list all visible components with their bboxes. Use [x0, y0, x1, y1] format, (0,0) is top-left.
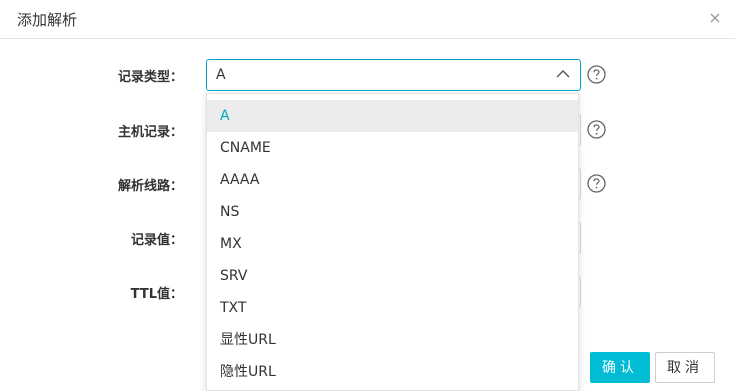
dialog-header: 添加解析	[0, 0, 735, 39]
dropdown-option-implicit-url[interactable]: 隐性URL	[207, 356, 578, 388]
cancel-button[interactable]: 取消	[655, 352, 715, 383]
record-value-label: 记录值：	[130, 233, 183, 248]
confirm-button[interactable]: 确认	[590, 352, 650, 383]
dropdown-option-aaaa[interactable]: AAAA	[207, 164, 578, 196]
record-type-select[interactable]: A	[206, 59, 581, 91]
record-type-dropdown: A CNAME AAAA NS MX SRV TXT 显性URL 隐性URL	[206, 93, 579, 391]
add-record-dialog: 添加解析 记录类型： A 主机记录： 解析线路： 记录值： TTL值： 确认 取…	[0, 0, 735, 391]
dropdown-option-cname[interactable]: CNAME	[207, 132, 578, 164]
close-icon[interactable]	[707, 10, 723, 26]
help-icon[interactable]	[587, 174, 606, 193]
line-label: 解析线路：	[117, 179, 183, 194]
dropdown-option-srv[interactable]: SRV	[207, 260, 578, 292]
host-record-label: 主机记录：	[117, 125, 183, 140]
ttl-label: TTL值：	[130, 287, 183, 302]
record-type-row: 记录类型： A	[0, 59, 735, 91]
chevron-up-icon	[556, 69, 570, 79]
dropdown-option-a[interactable]: A	[207, 100, 578, 132]
dialog-title: 添加解析	[17, 11, 78, 29]
record-type-value: A	[216, 67, 226, 83]
help-icon[interactable]	[587, 120, 606, 139]
dropdown-option-mx[interactable]: MX	[207, 228, 578, 260]
help-icon[interactable]	[587, 65, 606, 84]
dropdown-option-txt[interactable]: TXT	[207, 292, 578, 324]
dropdown-option-explicit-url[interactable]: 显性URL	[207, 324, 578, 356]
record-type-label: 记录类型：	[117, 70, 183, 85]
dropdown-option-ns[interactable]: NS	[207, 196, 578, 228]
